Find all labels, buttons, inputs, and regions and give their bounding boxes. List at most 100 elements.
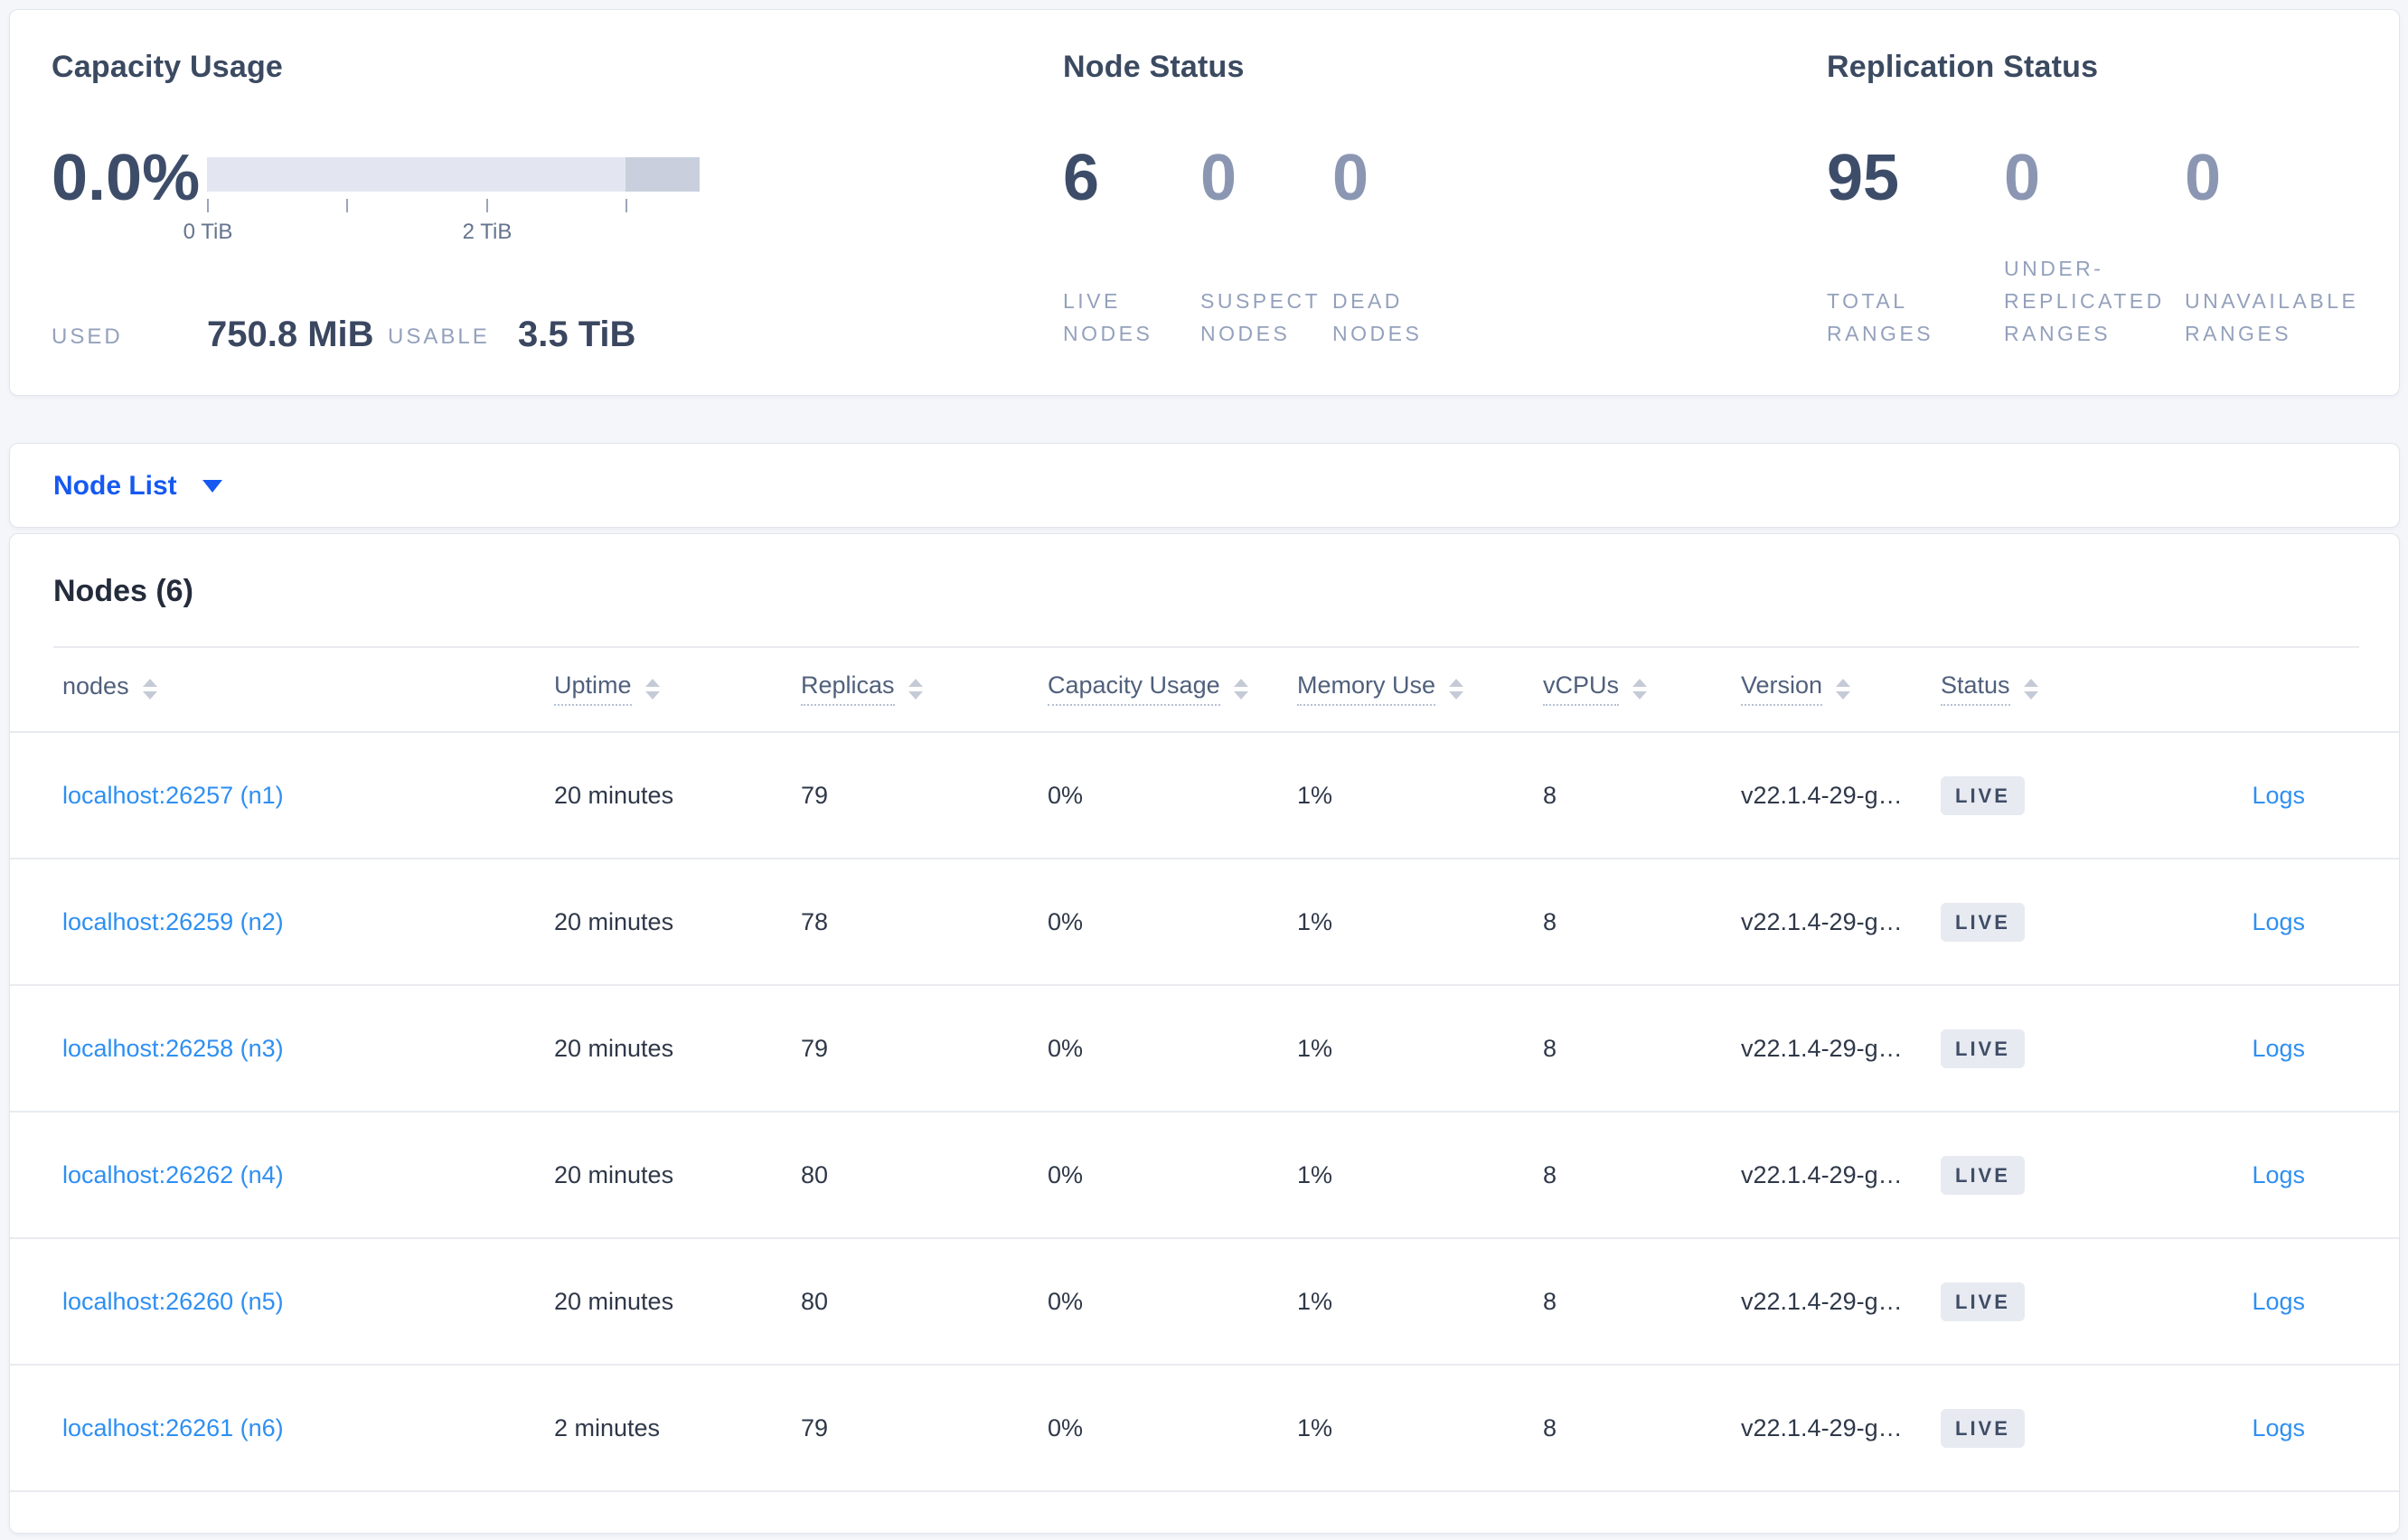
used-label: USED bbox=[52, 324, 123, 349]
replicas-cell: 80 bbox=[801, 1287, 829, 1315]
table-row: localhost:26257 (n1) 20 minutes 79 0% 1% 8 v22… bbox=[10, 733, 2399, 859]
sort-icon[interactable] bbox=[142, 678, 157, 700]
node-cell: localhost:26261 (n6) bbox=[62, 1414, 554, 1442]
column-header-label[interactable]: Capacity Usage bbox=[1048, 671, 1220, 706]
status-cell: LIVE bbox=[1941, 1028, 2134, 1068]
node-cell: localhost:26258 (n3) bbox=[62, 1035, 554, 1063]
memory-cell: 1% bbox=[1297, 1160, 1333, 1188]
node-link[interactable]: localhost:26258 (n3) bbox=[62, 1035, 284, 1062]
axis-tick bbox=[626, 199, 627, 212]
capacity-cell: 0% bbox=[1048, 1160, 1084, 1188]
uptime-cell: 20 minutes bbox=[554, 781, 674, 809]
dead-nodes-label: DEAD NODES bbox=[1332, 289, 1423, 345]
capacity-usage-bar bbox=[207, 157, 700, 192]
node-link[interactable]: localhost:26257 (n1) bbox=[62, 782, 284, 809]
column-header-replicas: Replicas bbox=[801, 671, 1048, 706]
column-header-label[interactable]: Memory Use bbox=[1297, 671, 1436, 706]
axis-tick-label: 2 TiB bbox=[462, 220, 513, 244]
logs-link[interactable]: Logs bbox=[2252, 782, 2305, 809]
status-badge: LIVE bbox=[1941, 1408, 2025, 1448]
node-list-dropdown-label: Node List bbox=[53, 471, 177, 501]
node-link[interactable]: localhost:26262 (n4) bbox=[62, 1161, 284, 1188]
axis-tick-label: 0 TiB bbox=[183, 220, 233, 244]
sort-desc-arrow bbox=[2023, 690, 2038, 700]
column-header-label[interactable]: Replicas bbox=[801, 671, 895, 706]
node-link[interactable]: localhost:26259 (n2) bbox=[62, 908, 284, 935]
sort-desc-arrow bbox=[1233, 690, 1248, 700]
logs-link[interactable]: Logs bbox=[2252, 1414, 2305, 1441]
sort-asc-arrow bbox=[908, 678, 923, 687]
capacity-used-percent: 0.0% bbox=[52, 142, 201, 214]
sort-icon[interactable] bbox=[644, 678, 660, 700]
sort-desc-arrow bbox=[1632, 690, 1648, 700]
table-row: localhost:26258 (n3) 20 minutes 79 0% 1% 8 v22… bbox=[10, 986, 2399, 1113]
column-header-vcpus: vCPUs bbox=[1543, 671, 1741, 706]
node-link[interactable]: localhost:26261 (n6) bbox=[62, 1414, 284, 1441]
replicas-cell: 79 bbox=[801, 1413, 829, 1441]
memory-cell: 1% bbox=[1297, 1034, 1333, 1062]
node-list-dropdown[interactable]: Node List bbox=[53, 444, 222, 529]
status-cell: LIVE bbox=[1941, 1408, 2134, 1448]
live-nodes-value: 6 bbox=[1063, 142, 1100, 214]
capacity-cell: 0% bbox=[1048, 907, 1084, 935]
view-selector-bar: Node List bbox=[9, 443, 2400, 528]
under-replicated-ranges-value: 0 bbox=[2004, 142, 2041, 214]
column-header-capacity: Capacity Usage bbox=[1048, 671, 1297, 706]
suspect-nodes-stat: 0 SUSPECT NODES bbox=[1200, 10, 1332, 397]
logs-link[interactable]: Logs bbox=[2252, 908, 2305, 935]
axis-tick bbox=[207, 199, 209, 212]
sort-desc-arrow bbox=[908, 690, 923, 700]
memory-cell: 1% bbox=[1297, 1287, 1333, 1315]
node-status-section: Node Status 6 LIVE NODES 0 SUSPECT NODES… bbox=[1058, 10, 1564, 397]
table-row: localhost:26260 (n5) 20 minutes 80 0% 1% 8 v22… bbox=[10, 1239, 2399, 1366]
nodes-table: nodes Uptime Replicas Capacity Usage Memory … bbox=[10, 646, 2399, 1492]
status-cell: LIVE bbox=[1941, 902, 2134, 942]
sort-icon[interactable] bbox=[1632, 678, 1648, 700]
node-link[interactable]: localhost:26260 (n5) bbox=[62, 1288, 284, 1315]
logs-link[interactable]: Logs bbox=[2252, 1161, 2305, 1188]
memory-cell: 1% bbox=[1297, 1413, 1333, 1441]
logs-link[interactable]: Logs bbox=[2252, 1288, 2305, 1315]
column-header-label[interactable]: Status bbox=[1941, 671, 2010, 706]
sort-asc-arrow bbox=[1632, 678, 1648, 687]
sort-desc-arrow bbox=[1449, 690, 1464, 700]
sort-icon[interactable] bbox=[2023, 678, 2038, 700]
capacity-usage-title: Capacity Usage bbox=[52, 50, 284, 84]
column-header-label[interactable]: vCPUs bbox=[1543, 671, 1620, 706]
logs-cell: Logs bbox=[2134, 782, 2305, 810]
table-row: localhost:26262 (n4) 20 minutes 80 0% 1% 8 v22… bbox=[10, 1113, 2399, 1239]
status-cell: LIVE bbox=[1941, 1155, 2134, 1195]
table-body: localhost:26257 (n1) 20 minutes 79 0% 1% 8 v22… bbox=[10, 733, 2399, 1492]
total-ranges-label: TOTAL RANGES bbox=[1827, 289, 1934, 345]
sort-desc-arrow bbox=[644, 690, 660, 700]
node-cell: localhost:26260 (n5) bbox=[62, 1288, 554, 1316]
chevron-down-icon bbox=[202, 480, 222, 493]
uptime-cell: 2 minutes bbox=[554, 1413, 661, 1441]
replication-status-section: Replication Status 95 TOTAL RANGES 0 UND… bbox=[1821, 10, 2400, 397]
sort-icon[interactable] bbox=[908, 678, 923, 700]
logs-link[interactable]: Logs bbox=[2252, 1035, 2305, 1062]
capacity-cell: 0% bbox=[1048, 1034, 1084, 1062]
replicas-cell: 79 bbox=[801, 1034, 829, 1062]
column-header-label[interactable]: Uptime bbox=[554, 671, 632, 706]
sort-icon[interactable] bbox=[1449, 678, 1464, 700]
suspect-nodes-label: SUSPECT NODES bbox=[1200, 289, 1321, 345]
memory-cell: 1% bbox=[1297, 907, 1333, 935]
sort-icon[interactable] bbox=[1836, 678, 1851, 700]
cluster-overview-card: Capacity Usage 0.0% 0 TiB 2 TiB USED 750… bbox=[9, 9, 2400, 396]
status-badge: LIVE bbox=[1941, 1282, 2025, 1321]
nodes-table-title: Nodes (6) bbox=[53, 574, 193, 608]
sort-icon[interactable] bbox=[1233, 678, 1248, 700]
sort-desc-arrow bbox=[1836, 690, 1851, 700]
sort-asc-arrow bbox=[1449, 678, 1464, 687]
sort-asc-arrow bbox=[1233, 678, 1248, 687]
column-header-label[interactable]: Version bbox=[1741, 671, 1823, 706]
column-header-label[interactable]: nodes bbox=[62, 672, 129, 705]
version-cell: v22.1.4-29-g… bbox=[1741, 907, 1903, 935]
uptime-cell: 20 minutes bbox=[554, 1034, 674, 1062]
usable-label: USABLE bbox=[388, 324, 490, 349]
status-badge: LIVE bbox=[1941, 1155, 2025, 1195]
under-replicated-ranges-stat: 0 UNDER-REPLICATED RANGES bbox=[2004, 10, 2185, 397]
dead-nodes-stat: 0 DEAD NODES bbox=[1332, 10, 1477, 397]
dead-nodes-value: 0 bbox=[1332, 142, 1369, 214]
